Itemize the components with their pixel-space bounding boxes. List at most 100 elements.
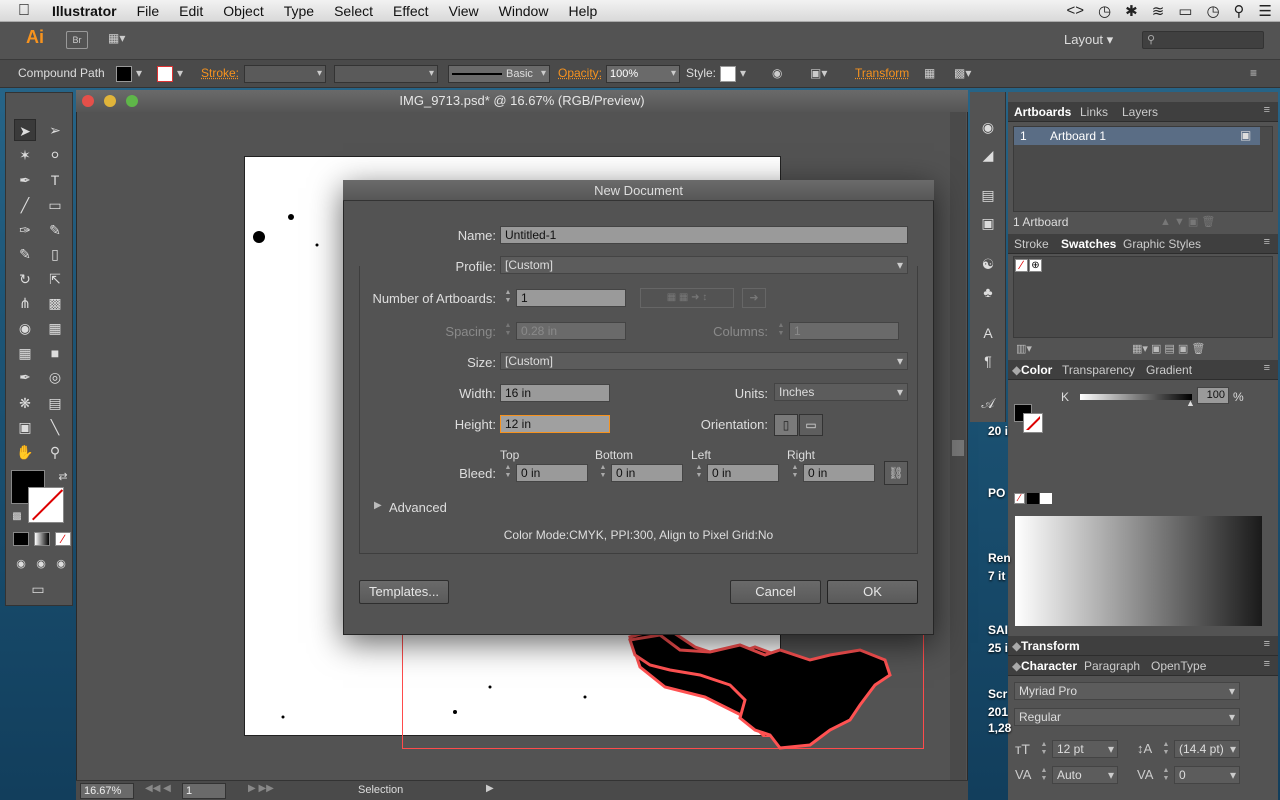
selection-tool-icon[interactable]: ➤: [14, 119, 36, 141]
bluetooth-icon[interactable]: ✱: [1125, 2, 1138, 20]
bleed-bottom-stepper-icon[interactable]: ▲ ▼: [597, 464, 609, 482]
eraser-tool-icon[interactable]: ▯: [44, 243, 66, 265]
width-field[interactable]: 16 in: [500, 384, 610, 402]
draw-behind-icon[interactable]: ◉: [30, 553, 52, 575]
pencil-tool-icon[interactable]: ✎: [44, 219, 66, 241]
magic-wand-tool-icon[interactable]: ✶: [14, 144, 36, 166]
align-panel-icon[interactable]: ▤: [977, 184, 999, 206]
none-swatch[interactable]: ∕: [1015, 259, 1028, 272]
arrange-documents-icon[interactable]: ▦▾: [108, 31, 136, 49]
bleed-right-field[interactable]: 0 in: [803, 464, 875, 482]
bleed-bottom-field[interactable]: 0 in: [611, 464, 683, 482]
blob-brush-tool-icon[interactable]: ✎: [14, 243, 36, 265]
color-none-icon[interactable]: ∕: [1014, 493, 1025, 504]
height-field[interactable]: 12 in: [500, 415, 610, 433]
artboard-first-prev-icon[interactable]: ◀◀ ◀: [145, 783, 171, 794]
club-symbol-icon[interactable]: ♣: [977, 281, 999, 303]
color-mode-icon[interactable]: [13, 532, 29, 546]
cancel-button[interactable]: Cancel: [730, 580, 821, 604]
color-panel-menu-icon[interactable]: ≡: [1264, 362, 1270, 374]
gradient-tool-icon[interactable]: ■: [44, 342, 66, 364]
none-mode-icon[interactable]: ∕: [55, 532, 71, 546]
hand-tool-icon[interactable]: ✋: [14, 441, 36, 463]
default-fill-stroke-icon[interactable]: ▩: [6, 506, 28, 528]
transform-collapse-icon[interactable]: ◆: [1012, 639, 1021, 653]
opacity-field[interactable]: 100%: [606, 65, 680, 83]
eyedropper-tool-icon[interactable]: ✒: [14, 366, 36, 388]
minimize-window-button[interactable]: [104, 95, 116, 107]
gradient-mode-icon[interactable]: [34, 532, 50, 546]
tab-swatches[interactable]: Swatches: [1061, 237, 1116, 251]
tab-character[interactable]: Character: [1021, 659, 1077, 673]
line-segment-tool-icon[interactable]: ╱: [14, 194, 36, 216]
tab-transparency[interactable]: Transparency: [1062, 363, 1135, 377]
menu-edit[interactable]: Edit: [179, 3, 203, 19]
advanced-disclosure-icon[interactable]: ▶: [374, 500, 382, 511]
advanced-label[interactable]: Advanced: [389, 500, 447, 515]
apple-menu-icon[interactable]: : [18, 2, 36, 20]
desktop-item-label[interactable]: Ren: [988, 551, 1011, 565]
color-white-icon[interactable]: [1040, 493, 1052, 504]
tab-layers[interactable]: Layers: [1122, 105, 1158, 119]
columns-stepper-icon[interactable]: ▲ ▼: [775, 322, 787, 340]
artboard-row[interactable]: 1 Artboard 1 ▣: [1014, 127, 1260, 145]
column-graph-tool-icon[interactable]: ▤: [44, 392, 66, 414]
fill-dropdown-icon[interactable]: ▾: [136, 66, 142, 80]
lasso-tool-icon[interactable]: ⚪: [44, 144, 66, 166]
variable-width-dropdown[interactable]: [334, 65, 438, 83]
menu-window[interactable]: Window: [499, 3, 549, 19]
size-dropdown[interactable]: [Custom] ▾: [500, 352, 908, 370]
profile-dropdown[interactable]: [Custom] ▾: [500, 256, 908, 274]
symbols-panel-icon[interactable]: ◢: [977, 144, 999, 166]
spacing-field[interactable]: 0.28 in: [516, 322, 626, 340]
transform-link[interactable]: Transform: [855, 66, 909, 80]
leading-field[interactable]: (14.4 pt) ▾: [1174, 740, 1240, 758]
wifi-icon[interactable]: ≋: [1152, 2, 1165, 20]
battery-icon[interactable]: ▭: [1178, 2, 1192, 20]
zoom-field[interactable]: 16.67%: [80, 783, 134, 799]
graphic-style-swatch[interactable]: [720, 66, 736, 82]
swatches-panel-menu-icon[interactable]: ≡: [1264, 236, 1270, 248]
perspective-grid-tool-icon[interactable]: ▦: [44, 317, 66, 339]
code-icon[interactable]: <>: [1066, 2, 1084, 20]
time-machine-icon[interactable]: ◷: [1098, 2, 1111, 20]
desktop-item-label[interactable]: 7 it: [988, 569, 1005, 583]
bleed-left-field[interactable]: 0 in: [707, 464, 779, 482]
stroke-color-box[interactable]: [28, 487, 64, 523]
libraries-panel-icon[interactable]: ☯: [977, 253, 999, 275]
k-value-field[interactable]: 100: [1197, 387, 1229, 404]
desktop-item-label[interactable]: 201: [988, 705, 1008, 719]
pen-tool-icon[interactable]: ✒: [14, 169, 36, 191]
fill-swatch[interactable]: [116, 66, 132, 82]
k-slider-handle-icon[interactable]: ▲: [1186, 398, 1195, 408]
units-dropdown[interactable]: Inches ▾: [774, 383, 908, 401]
desktop-item-label[interactable]: 20 i: [988, 424, 1008, 438]
notification-list-icon[interactable]: ☰: [1259, 2, 1272, 20]
spotlight-icon[interactable]: ⚲: [1234, 2, 1245, 20]
envelope-icon[interactable]: ▩▾: [954, 66, 971, 80]
pathfinder-panel-icon[interactable]: ▣: [977, 212, 999, 234]
bridge-button[interactable]: Br: [66, 31, 88, 49]
blend-tool-icon[interactable]: ◎: [44, 366, 66, 388]
draw-inside-icon[interactable]: ◉: [50, 553, 72, 575]
font-style-dropdown[interactable]: Regular ▾: [1014, 708, 1240, 726]
desktop-item-label[interactable]: Scr: [988, 687, 1007, 701]
menu-type[interactable]: Type: [284, 3, 314, 19]
paragraph-styles-icon[interactable]: ¶: [977, 350, 999, 372]
zoom-window-button[interactable]: [126, 95, 138, 107]
opacity-label[interactable]: Opacity:: [558, 66, 602, 80]
tracking-stepper-icon[interactable]: ▲ ▼: [1160, 767, 1172, 785]
type-tool-icon[interactable]: T: [44, 169, 66, 191]
artboard-layout-icons[interactable]: ▦ ▦ ➜ ↕: [640, 288, 734, 308]
tab-paragraph[interactable]: Paragraph: [1084, 659, 1140, 673]
vertical-scroll-thumb[interactable]: [952, 440, 964, 456]
character-panel-menu-icon[interactable]: ≡: [1264, 658, 1270, 670]
kerning-stepper-icon[interactable]: ▲ ▼: [1038, 767, 1050, 785]
font-family-dropdown[interactable]: Myriad Pro ▾: [1014, 682, 1240, 700]
style-dropdown-icon[interactable]: ▾: [740, 66, 746, 80]
columns-field[interactable]: 1: [789, 322, 899, 340]
bleed-top-field[interactable]: 0 in: [516, 464, 588, 482]
font-size-stepper-icon[interactable]: ▲ ▼: [1038, 741, 1050, 759]
color-black-icon[interactable]: [1027, 493, 1039, 504]
bleed-top-stepper-icon[interactable]: ▲ ▼: [502, 464, 514, 482]
